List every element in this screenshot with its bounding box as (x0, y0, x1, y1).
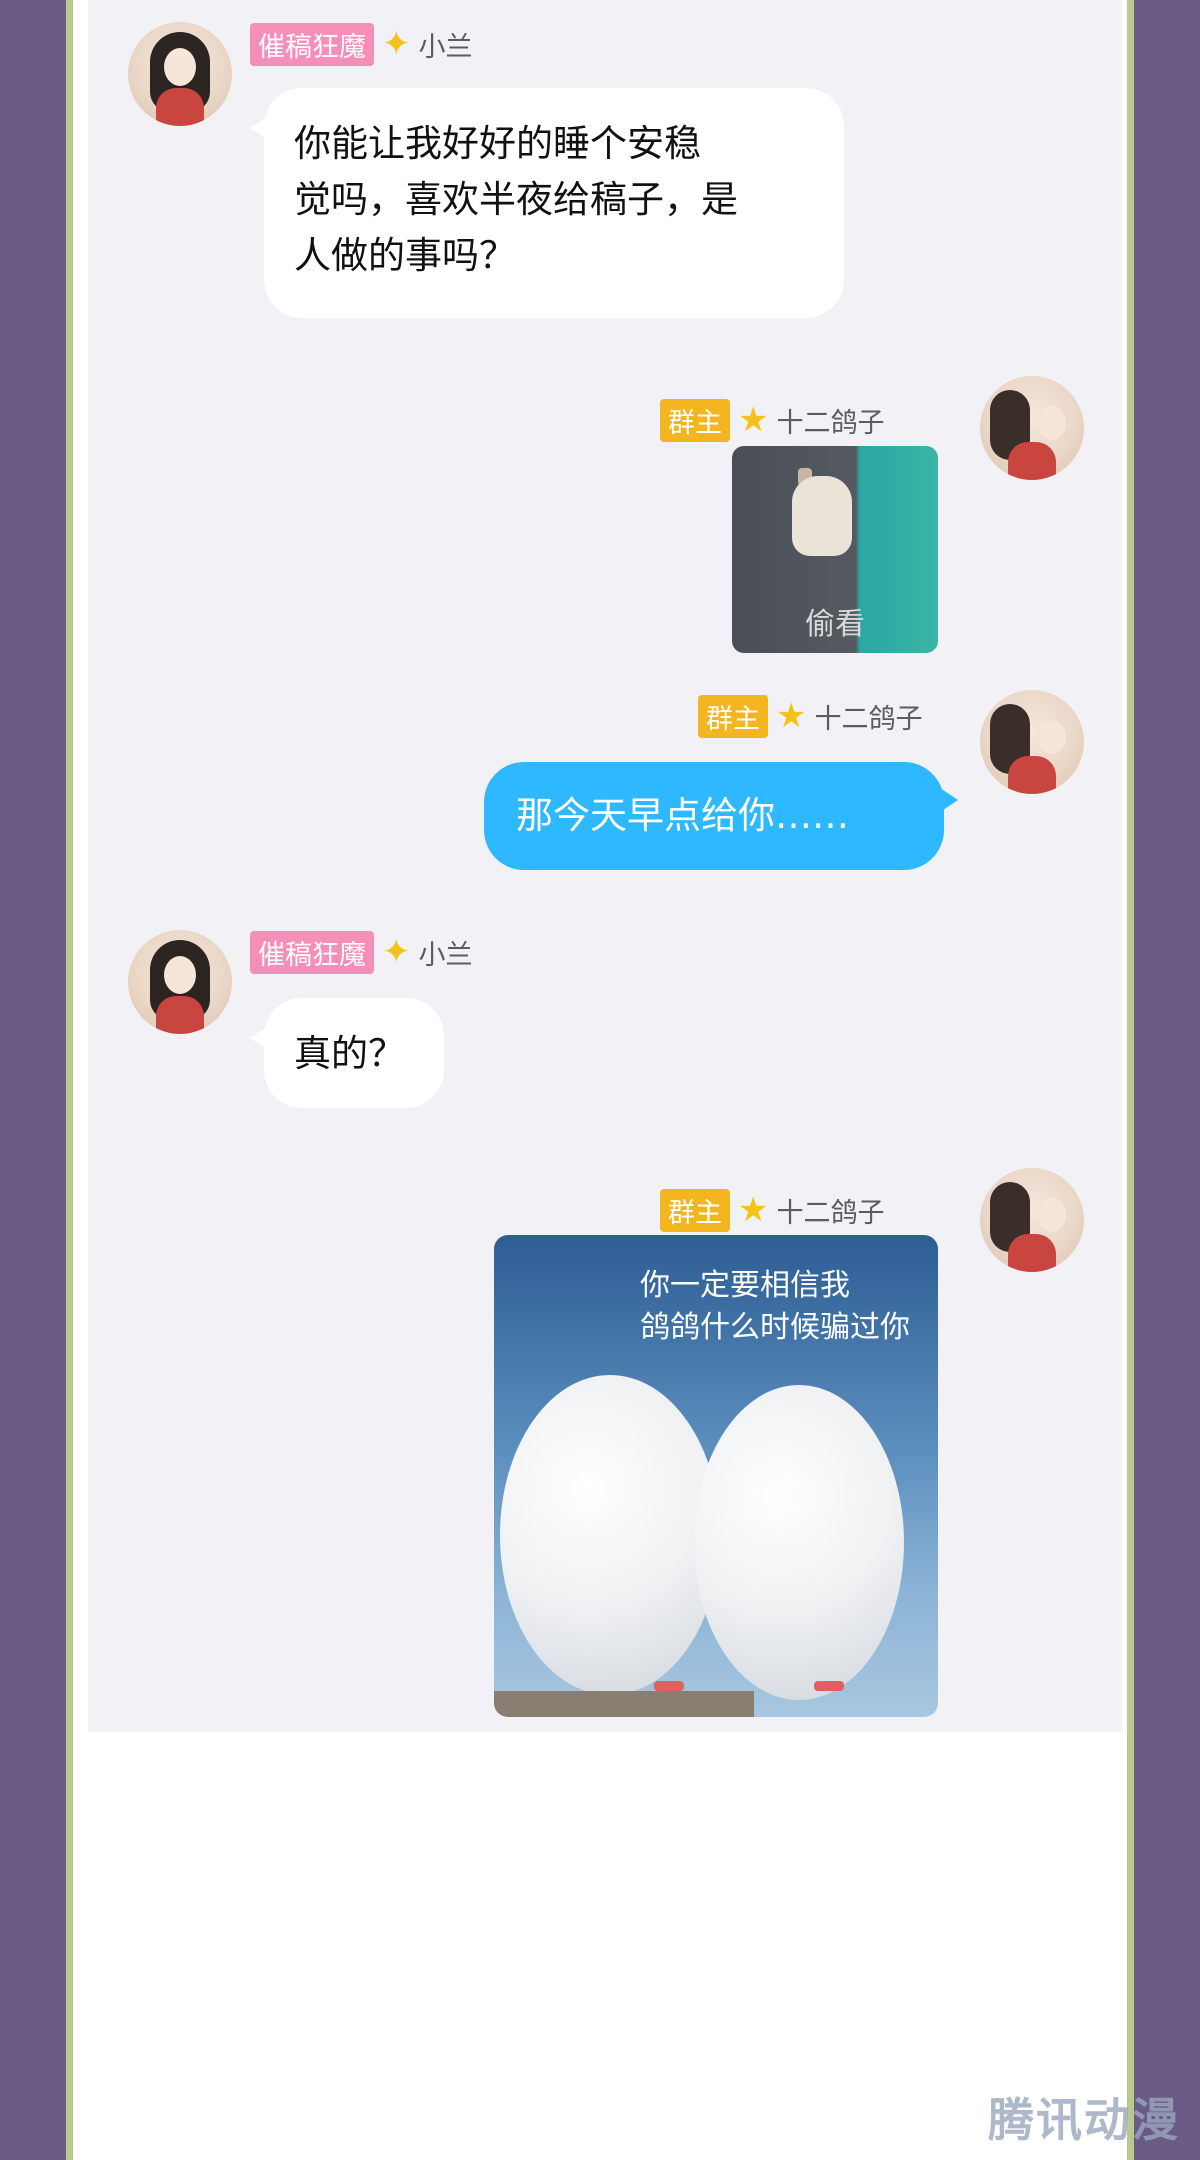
avatar-face (164, 956, 196, 994)
sender-name[interactable]: 小兰 (419, 933, 473, 972)
pigeon-foot (654, 1681, 684, 1691)
message-meta: 催稿狂魔 ✦ 小兰 (250, 930, 473, 974)
avatar-dress (156, 88, 204, 126)
message-meta: 群主 ★ 十二鸽子 (660, 398, 884, 442)
owner-badge: 群主 (660, 1188, 730, 1232)
avatar-shier-gezi[interactable] (980, 1168, 1084, 1272)
left-border (0, 0, 66, 2160)
message-text: 真的？ (294, 1032, 405, 1075)
message-line: 觉吗，喜欢半夜给稿子，是 (294, 178, 738, 221)
avatar-face (1038, 406, 1066, 440)
avatar-face (1038, 1198, 1066, 1232)
message-bubble[interactable]: 真的？ (250, 998, 444, 1108)
watermark: 腾讯动漫 (988, 2093, 1180, 2147)
message-text: 那今天早点给你…… (516, 794, 849, 837)
avatar-dress (1008, 442, 1056, 480)
message-meta: 催稿狂魔 ✦ 小兰 (250, 22, 473, 66)
title-badge: 催稿狂魔 (250, 930, 374, 974)
message-bubble[interactable]: 那今天早点给你…… (484, 762, 958, 870)
owner-badge: 群主 (660, 398, 730, 442)
avatar-dress (1008, 756, 1056, 794)
message-line: 人做的事吗？ (294, 234, 516, 277)
sender-name[interactable]: 十二鸽子 (776, 1191, 884, 1230)
avatar-dress (156, 996, 204, 1034)
star-icon: ★ (776, 696, 807, 736)
message-line: 你能让我好好的睡个安稳 (294, 122, 701, 165)
sender-name[interactable]: 十二鸽子 (814, 697, 922, 736)
meme-caption-line: 你一定要相信我 (640, 1268, 850, 1303)
star-icon: ★ (738, 400, 769, 440)
dog-figure (792, 476, 852, 556)
avatar-xiaolan[interactable] (128, 22, 232, 126)
perch (494, 1691, 754, 1717)
avatar-shier-gezi[interactable] (980, 690, 1084, 794)
avatar-face (164, 48, 196, 86)
sticker-caption: 偷看 (805, 607, 865, 642)
owner-badge: 群主 (698, 694, 768, 738)
star-icon: ★ (738, 1190, 769, 1230)
message-meta: 群主 ★ 十二鸽子 (660, 1188, 884, 1232)
meme-caption: 你一定要相信我 鸽鸽什么时候骗过你 (640, 1265, 910, 1349)
sender-name[interactable]: 十二鸽子 (776, 401, 884, 440)
avatar-face (1038, 720, 1066, 754)
sparkle-star-icon: ✦ (382, 932, 411, 972)
meme-caption-line: 鸽鸽什么时候骗过你 (640, 1310, 910, 1345)
sender-name[interactable]: 小兰 (419, 25, 473, 64)
pigeon-right (694, 1385, 904, 1700)
pigeon-left (500, 1375, 720, 1695)
avatar-xiaolan[interactable] (128, 930, 232, 1034)
meme-image[interactable]: 你一定要相信我 鸽鸽什么时候骗过你 (494, 1235, 938, 1717)
avatar-shier-gezi[interactable] (980, 376, 1084, 480)
message-bubble[interactable]: 你能让我好好的睡个安稳 觉吗，喜欢半夜给稿子，是 人做的事吗？ (250, 88, 844, 318)
right-border (1134, 0, 1200, 2160)
title-badge: 催稿狂魔 (250, 22, 374, 66)
avatar-dress (1008, 1234, 1056, 1272)
message-meta: 群主 ★ 十二鸽子 (698, 694, 922, 738)
sparkle-star-icon: ✦ (382, 24, 411, 64)
pigeon-foot (814, 1681, 844, 1691)
sticker-image[interactable]: 偷看 (732, 446, 938, 653)
